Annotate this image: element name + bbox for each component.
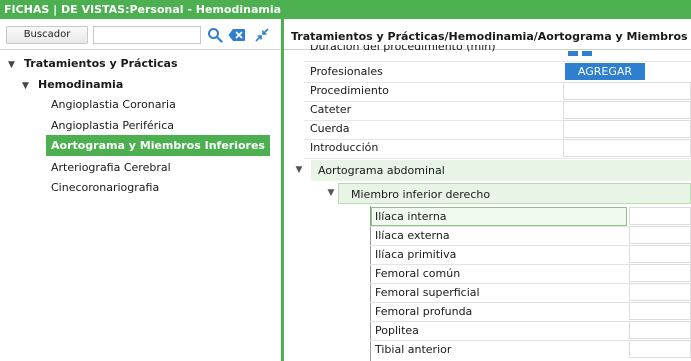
- sub-field-label: Femoral profunda: [375, 305, 473, 318]
- sub-field-label: Ilíaca primitiva: [375, 248, 457, 261]
- tree-item-arteriografia-cerebral[interactable]: Arteriografia Cerebral: [51, 158, 171, 177]
- field-label-introduccion: Introducción: [310, 141, 379, 154]
- row-divider: [304, 158, 691, 159]
- tree-node-root[interactable]: ▼ Tratamientos y Prácticas: [8, 54, 178, 73]
- field-label-cateter: Cateter: [310, 103, 352, 116]
- tree-node-group[interactable]: ▼ Hemodinamia: [22, 75, 123, 94]
- tree-item-angioplastia-coronaria[interactable]: Angioplastia Coronaria: [51, 95, 176, 114]
- clear-search-icon[interactable]: [228, 27, 246, 43]
- procedimiento-field[interactable]: [563, 82, 691, 100]
- search-input[interactable]: [93, 26, 201, 44]
- left-panel: Buscador ▼ Tratamientos y Prácticas ▼ Hemo…: [0, 19, 281, 361]
- section-aortograma-abdominal[interactable]: Aortograma abdominal: [311, 160, 691, 181]
- chevron-down-icon[interactable]: ▼: [324, 183, 338, 204]
- sub-field-input[interactable]: [629, 264, 691, 282]
- subsection-miembro-inferior-derecho[interactable]: Miembro inferior derecho: [338, 183, 691, 204]
- search-icon[interactable]: [207, 27, 223, 43]
- sub-field-label: Ilíaca externa: [375, 229, 450, 242]
- field-label-duracion: Duración del procedimiento (min): [310, 45, 496, 53]
- sub-field-label: Poplitea: [375, 324, 419, 337]
- row-divider: [304, 61, 691, 62]
- checkbox[interactable]: [568, 51, 578, 56]
- sub-field-input[interactable]: [629, 207, 691, 225]
- sub-field-label: Ilíaca interna: [375, 210, 447, 223]
- sub-field-label: Tibial anterior: [375, 343, 452, 356]
- sub-field-input[interactable]: [629, 302, 691, 320]
- chevron-down-icon[interactable]: ▼: [292, 160, 306, 181]
- field-label-procedimiento: Procedimiento: [310, 84, 389, 97]
- breadcrumb: Tratamientos y Prácticas/Hemodinamia/Aor…: [291, 30, 691, 43]
- sub-field-input[interactable]: [629, 245, 691, 263]
- sub-field-input[interactable]: [629, 226, 691, 244]
- cateter-field[interactable]: [563, 101, 691, 119]
- window-title-bar: FICHAS | DE VISTAS:Personal - Hemodinami…: [0, 0, 691, 19]
- chevron-down-icon[interactable]: ▼: [8, 56, 18, 75]
- checkbox[interactable]: [582, 51, 592, 56]
- tree-item-angioplastia-periferica[interactable]: Angioplastia Periférica: [51, 116, 174, 135]
- sub-field-input[interactable]: [629, 321, 691, 339]
- sub-field-label: Femoral común: [375, 267, 461, 280]
- divider: [0, 49, 281, 50]
- tree-item-cinecoronariografia[interactable]: Cinecoronariografia: [51, 178, 159, 197]
- right-panel: Tratamientos y Prácticas/Hemodinamia/Aor…: [284, 19, 691, 361]
- cuerda-field[interactable]: [563, 120, 691, 138]
- sub-field-input[interactable]: [629, 340, 691, 358]
- sub-field-label: Femoral superficial: [375, 286, 480, 299]
- search-button[interactable]: Buscador: [6, 26, 88, 44]
- field-label-profesionales: Profesionales: [310, 65, 383, 78]
- window-title: FICHAS | DE VISTAS:Personal - Hemodinami…: [4, 3, 282, 16]
- chevron-down-icon[interactable]: ▼: [22, 77, 32, 96]
- field-label-cuerda: Cuerda: [310, 122, 350, 135]
- tree-item-aortograma-selected[interactable]: Aortograma y Miembros Inferiores: [46, 135, 270, 156]
- sub-field-input[interactable]: [629, 283, 691, 301]
- collapse-icon[interactable]: [254, 27, 270, 43]
- agregar-button[interactable]: AGREGAR: [565, 63, 645, 80]
- introduccion-field[interactable]: [563, 139, 691, 157]
